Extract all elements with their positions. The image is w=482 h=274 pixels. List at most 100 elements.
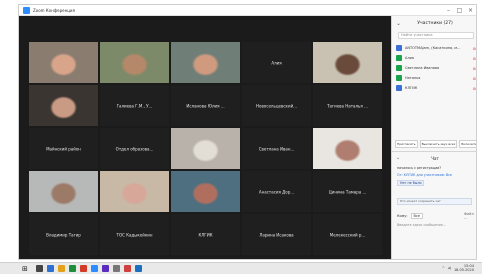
- participant-name-tile[interactable]: Исланова Юлия ...: [171, 85, 240, 126]
- taskbar-app-icon[interactable]: [91, 265, 98, 272]
- participant-list-name: Светлана Иванова: [405, 66, 440, 70]
- participant-name: Алия: [271, 60, 282, 65]
- muted-mic-icon[interactable]: ⊘: [473, 66, 476, 71]
- participant-video: [100, 42, 169, 83]
- os-taskbar: ⊞ ^ ◂) 15:04 18.05.2020: [0, 262, 482, 274]
- tray-chevron-icon[interactable]: ^: [442, 266, 445, 270]
- participant-list-name: КЛГИК: [405, 86, 418, 90]
- participant-name-tile[interactable]: Тагиева Наталья ...: [313, 85, 382, 126]
- participant-name: КЛГИК: [198, 232, 213, 237]
- taskbar-app-icon[interactable]: [58, 265, 65, 272]
- participant-video-tile[interactable]: [171, 171, 240, 212]
- participant-name: Мелекесский р...: [329, 232, 366, 237]
- chevron-down-icon[interactable]: ⌄: [396, 155, 400, 161]
- chat-input[interactable]: Введите здесь сообщение...: [397, 223, 446, 227]
- participant-list-item[interactable]: Наталья ⊘: [396, 73, 476, 83]
- taskbar-app-icon[interactable]: [135, 265, 142, 272]
- to-label: Кому:: [397, 214, 408, 218]
- system-tray: ^ ◂) 15:04 18.05.2020: [442, 264, 474, 272]
- participant-video: [29, 85, 98, 126]
- chat-more-button[interactable]: Файл ...: [464, 212, 476, 220]
- participant-name: Галиева Г.М., У...: [116, 103, 153, 108]
- participant-name-tile[interactable]: Майнский район: [29, 128, 98, 169]
- participant-list-item[interactable]: КЛГИК ⊘: [396, 83, 476, 93]
- window-title: Zoom Конференция: [33, 7, 75, 13]
- window-controls: – □ ×: [445, 6, 474, 15]
- participant-name: Светлана Иван...: [258, 146, 295, 151]
- maximize-icon[interactable]: □: [456, 6, 463, 15]
- chevron-down-icon[interactable]: ⌄: [396, 20, 401, 27]
- participant-name-tile[interactable]: Анастасия Дор...: [242, 171, 311, 212]
- divider: [392, 151, 476, 152]
- participant-list-name: ANTOTMAJam, (Касаткина, м...: [405, 46, 461, 50]
- avatar: [396, 75, 402, 81]
- taskbar-app-icon[interactable]: [80, 265, 87, 272]
- participant-video: [313, 42, 382, 83]
- video-gallery-area: Алия Галиева Г.М., У... Исланова Юлия ... Н…: [19, 16, 391, 259]
- participant-video-tile[interactable]: [29, 85, 98, 126]
- taskbar-app-icon[interactable]: [113, 265, 120, 272]
- title-bar: Zoom Конференция – □ ×: [19, 5, 476, 16]
- taskbar-app-icon[interactable]: [124, 265, 131, 272]
- participant-name-tile[interactable]: Алия: [242, 42, 311, 83]
- participant-list-name: Алия: [405, 56, 415, 60]
- muted-mic-icon[interactable]: ⊘: [473, 86, 476, 91]
- muted-mic-icon[interactable]: ⊘: [473, 56, 476, 61]
- participant-list-item[interactable]: Алия ⊘: [396, 53, 476, 63]
- participant-name-tile[interactable]: Галиева Г.М., У...: [100, 85, 169, 126]
- participant-name-tile[interactable]: ТОС Кадыкейкин: [100, 214, 169, 255]
- participant-list: ANTOTMAJam, (Касаткина, м... ⊘ Алия ⊘ Светла…: [396, 43, 476, 93]
- participant-name-tile[interactable]: Отдел образова...: [100, 128, 169, 169]
- taskbar-app-icon[interactable]: [69, 265, 76, 272]
- participant-video-tile[interactable]: [29, 171, 98, 212]
- taskbar-app-icon[interactable]: [102, 265, 109, 272]
- participant-video-tile[interactable]: [100, 171, 169, 212]
- close-icon[interactable]: ×: [467, 6, 474, 15]
- participants-chat-panel: ⌄ Участники (27) Найти участника ANTOTMA…: [391, 16, 476, 259]
- participant-name: Исланова Юлия ...: [186, 103, 225, 108]
- invite-button[interactable]: Пригласить: [395, 140, 418, 148]
- participant-name: ТОС Кадыкейкин: [116, 232, 153, 237]
- taskbar-app-icon[interactable]: [36, 265, 43, 272]
- participant-video: [29, 171, 98, 212]
- mute-all-button[interactable]: Выключить звук всех: [419, 140, 458, 148]
- participants-title: Участники (27): [417, 20, 453, 26]
- participant-name-tile[interactable]: Новосельцевский...: [242, 85, 311, 126]
- clock-date: 18.05.2020: [453, 268, 474, 272]
- participant-video-tile[interactable]: [100, 42, 169, 83]
- participant-name: Анастасия Дор...: [258, 189, 295, 194]
- participant-name-tile[interactable]: Светлана Иван...: [242, 128, 311, 169]
- taskbar-apps: [36, 265, 142, 272]
- participant-actions: ПригласитьВыключить звук всехВключить зв…: [395, 140, 476, 148]
- windows-start-icon[interactable]: ⊞: [22, 265, 28, 273]
- minimize-icon[interactable]: –: [445, 6, 452, 15]
- participant-video-tile[interactable]: [29, 42, 98, 83]
- participant-name: Новосельцевский...: [255, 103, 297, 108]
- participant-list-item[interactable]: ANTOTMAJam, (Касаткина, м... ⊘: [396, 43, 476, 53]
- participant-list-item[interactable]: Светлана Иванова ⊘: [396, 63, 476, 73]
- participant-video-tile[interactable]: [171, 128, 240, 169]
- participant-name-tile[interactable]: Цинина Тамара ...: [313, 171, 382, 212]
- participant-name-tile[interactable]: Мелекесский р...: [313, 214, 382, 255]
- participant-video-tile[interactable]: [171, 42, 240, 83]
- recipient-select[interactable]: Все: [410, 213, 424, 219]
- participant-video-tile[interactable]: [313, 42, 382, 83]
- participant-name: Цинина Тамара ...: [328, 189, 367, 194]
- participant-name: Владимир Тагир: [46, 232, 81, 237]
- unmute-all-button[interactable]: Включить звук всех: [459, 140, 476, 148]
- chat-title: Чат: [431, 155, 439, 161]
- participant-video: [29, 42, 98, 83]
- muted-mic-icon[interactable]: ⊘: [473, 46, 476, 51]
- chat-messages: началось с регистрации? От: КЛГИК для уч…: [397, 166, 475, 189]
- taskbar-app-icon[interactable]: [47, 265, 54, 272]
- clock[interactable]: 15:04 18.05.2020: [454, 264, 474, 272]
- participant-list-name: Наталья: [405, 76, 421, 80]
- participant-search-input[interactable]: Найти участника: [398, 32, 474, 39]
- chat-save-hint[interactable]: Кто может сохранить чат: [397, 198, 472, 205]
- muted-mic-icon[interactable]: ⊘: [473, 76, 476, 81]
- participant-video-tile[interactable]: [313, 128, 382, 169]
- participant-name-tile[interactable]: Ларина Исакова: [242, 214, 311, 255]
- participant-name-tile[interactable]: КЛГИК: [171, 214, 240, 255]
- participant-name-tile[interactable]: Владимир Тагир: [29, 214, 98, 255]
- volume-icon[interactable]: ◂): [448, 266, 451, 270]
